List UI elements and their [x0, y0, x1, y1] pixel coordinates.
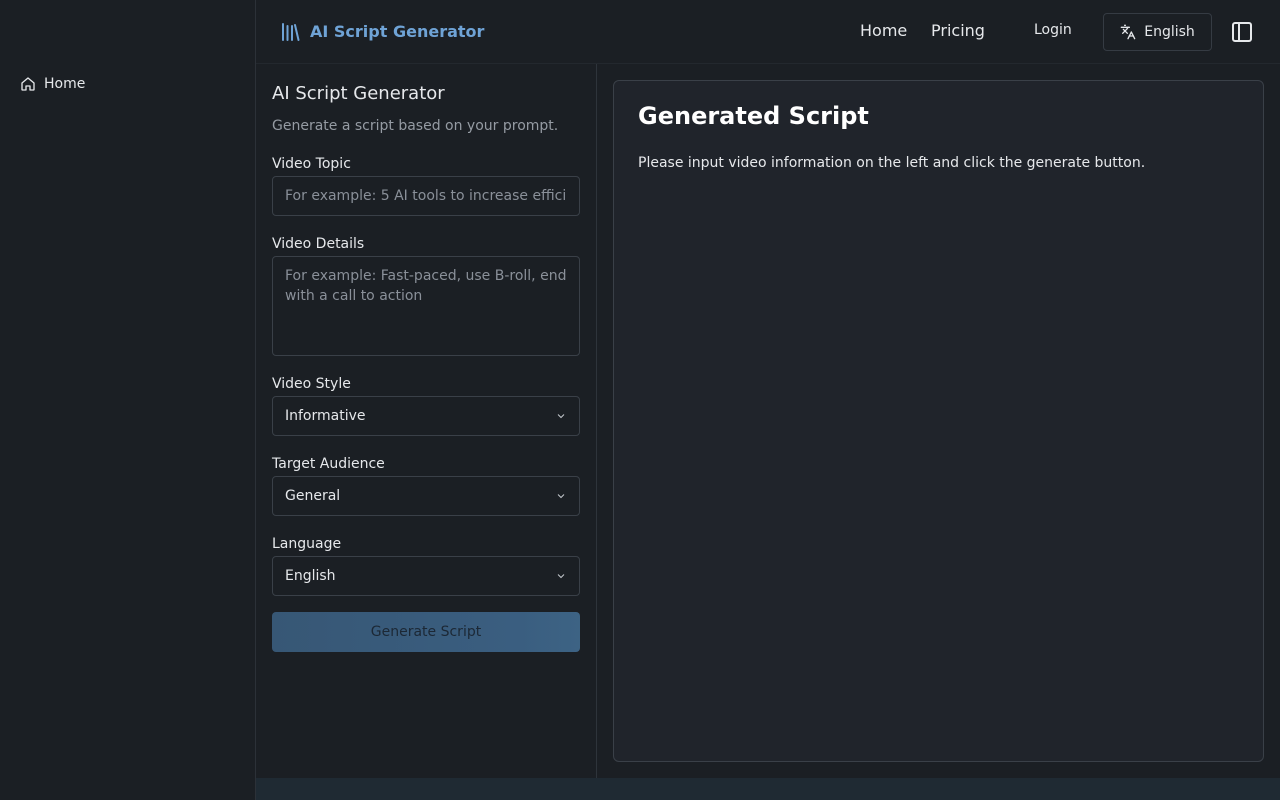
video-style-label: Video Style — [272, 376, 351, 392]
translate-icon — [1120, 24, 1136, 40]
generate-script-button[interactable]: Generate Script — [272, 612, 580, 652]
video-style-value: Informative — [285, 408, 366, 424]
result-title: Generated Script — [638, 102, 869, 130]
sidebar-item-home[interactable]: Home — [12, 72, 244, 96]
language-select-value: English — [285, 568, 336, 584]
language-select-label: Language — [272, 536, 342, 552]
sidebar-toggle-icon[interactable] — [1230, 20, 1254, 44]
footer-bar — [256, 778, 1280, 800]
language-select[interactable]: English — [272, 556, 580, 596]
library-icon — [280, 20, 300, 42]
form-description: Generate a script based on your prompt. — [272, 118, 559, 134]
chevron-down-icon — [555, 570, 567, 582]
brand-title: AI Script Generator — [310, 21, 485, 41]
home-icon — [20, 76, 36, 92]
nav-pricing-link[interactable]: Pricing — [931, 21, 985, 40]
video-style-select[interactable]: Informative — [272, 396, 580, 436]
top-header: AI Script Generator Home Pricing Login E… — [256, 0, 1280, 64]
sidebar: Home — [0, 0, 256, 800]
language-label: English — [1144, 24, 1195, 40]
result-placeholder-message: Please input video information on the le… — [638, 155, 1146, 171]
language-button[interactable]: English — [1103, 13, 1212, 51]
target-audience-select[interactable]: General — [272, 476, 580, 516]
target-audience-label: Target Audience — [272, 456, 385, 472]
nav-home-link[interactable]: Home — [860, 21, 907, 40]
video-topic-input[interactable] — [272, 176, 580, 216]
generated-script-card: Generated Script Please input video info… — [613, 80, 1264, 762]
chevron-down-icon — [555, 410, 567, 422]
video-details-textarea[interactable] — [272, 256, 580, 356]
target-audience-value: General — [285, 488, 341, 504]
chevron-down-icon — [555, 490, 567, 502]
form-title: AI Script Generator — [272, 83, 445, 104]
video-details-label: Video Details — [272, 236, 365, 252]
sidebar-item-label: Home — [44, 76, 86, 92]
login-button[interactable]: Login — [1034, 22, 1072, 38]
video-topic-label: Video Topic — [272, 156, 351, 172]
script-form-panel: AI Script Generator Generate a script ba… — [256, 64, 597, 778]
brand[interactable]: AI Script Generator — [280, 20, 484, 42]
